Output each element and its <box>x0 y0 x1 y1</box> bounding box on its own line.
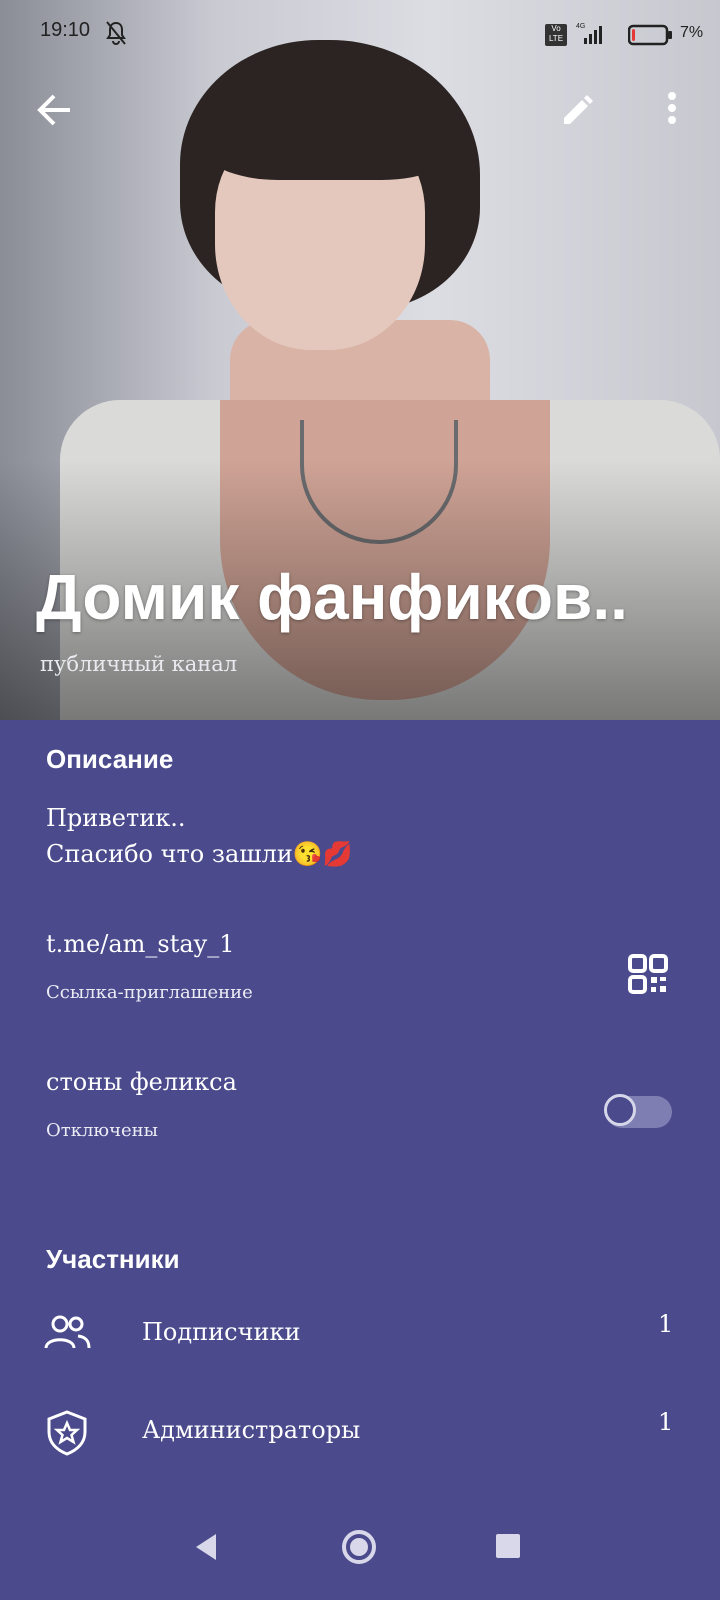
administrators-count: 1 <box>658 1408 674 1436</box>
channel-photo[interactable]: 19:10 Vo LTE 4G 7% Домик фанфиков.. публ… <box>0 0 720 720</box>
system-navigation-bar <box>0 1510 720 1600</box>
battery-icon <box>627 24 674 50</box>
subscribers-label: Подписчики <box>142 1318 301 1346</box>
description-text[interactable]: Приветик.. Спасибо что зашли😘💋 <box>46 800 353 872</box>
back-arrow-icon <box>37 94 70 126</box>
invite-link[interactable]: t.me/am_stay_1 <box>46 930 234 958</box>
qr-code-button[interactable] <box>626 952 670 996</box>
status-time: 19:10 <box>40 19 91 41</box>
description-emojis: 😘💋 <box>292 840 353 868</box>
notifications-title[interactable]: стоны феликса <box>46 1068 237 1096</box>
battery-percent: 7% <box>680 24 704 41</box>
description-heading: Описание <box>46 744 174 774</box>
subscribers-row[interactable]: Подписчики 1 <box>0 1300 720 1370</box>
channel-title: Домик фанфиков.. <box>36 561 628 633</box>
signal-icon: 4G <box>576 22 606 50</box>
administrators-label: Администраторы <box>142 1416 361 1444</box>
nav-recents-icon[interactable] <box>496 1534 520 1558</box>
description-line-1: Приветик.. <box>46 804 186 832</box>
more-options-button[interactable] <box>650 88 694 132</box>
bell-off-icon <box>104 20 128 50</box>
people-icon <box>44 1315 91 1349</box>
channel-type: публичный канал <box>40 652 238 676</box>
members-heading: Участники <box>46 1244 180 1274</box>
toggle-knob <box>604 1094 636 1126</box>
description-line-2-text: Спасибо что зашли <box>46 840 293 868</box>
edit-pencil-icon <box>564 95 593 124</box>
administrators-row[interactable]: Администраторы 1 <box>0 1398 720 1468</box>
notifications-toggle[interactable] <box>604 1094 672 1128</box>
more-vert-icon <box>668 92 676 124</box>
volte-icon: Vo LTE <box>545 24 567 46</box>
nav-back-icon[interactable] <box>192 1532 222 1562</box>
qr-code-icon <box>628 954 668 994</box>
subscribers-count: 1 <box>658 1310 674 1338</box>
shield-star-icon <box>47 1410 87 1456</box>
edit-button[interactable] <box>556 88 600 132</box>
notifications-status: Отключены <box>46 1120 158 1141</box>
back-button[interactable] <box>34 88 78 132</box>
top-action-bar <box>0 88 720 136</box>
status-bar: 19:10 Vo LTE 4G 7% <box>0 0 720 66</box>
network-type: 4G <box>576 23 585 30</box>
nav-home-icon[interactable] <box>340 1528 378 1566</box>
invite-link-caption: Ссылка-приглашение <box>46 982 253 1003</box>
description-line-2: Спасибо что зашли😘💋 <box>46 836 353 872</box>
